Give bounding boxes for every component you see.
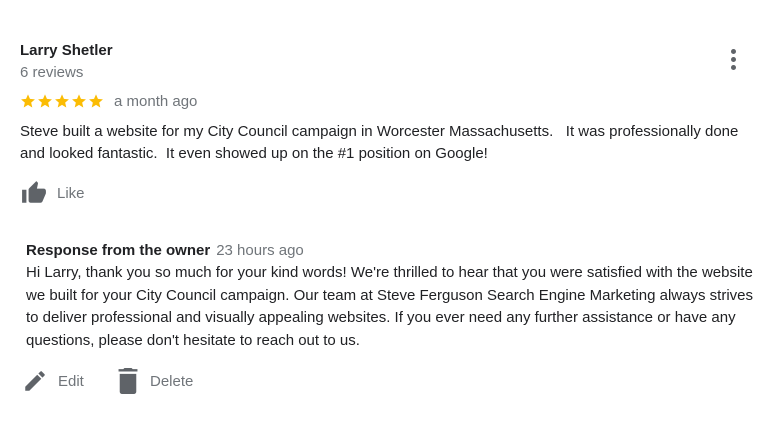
star-icon — [55, 94, 69, 108]
like-button[interactable]: Like — [20, 179, 85, 207]
trash-icon — [118, 368, 138, 394]
star-icon — [72, 94, 86, 108]
owner-response-title: Response from the owner — [26, 242, 211, 259]
review-text: Steve built a website for my City Counci… — [20, 123, 743, 162]
owner-response-text: Hi Larry, thank you so much for your kin… — [26, 264, 753, 349]
reviewer-name[interactable]: Larry Shetler — [20, 41, 113, 61]
rating-row: a month ago — [20, 91, 197, 111]
more-vert-icon-dot — [731, 57, 736, 62]
star-rating — [20, 93, 104, 109]
review-date: a month ago — [114, 92, 198, 110]
more-vert-icon-dot — [731, 49, 736, 54]
like-label: Like — [57, 184, 85, 202]
star-icon — [89, 94, 103, 108]
delete-label: Delete — [150, 372, 194, 390]
owner-response-time: 23 hours ago — [216, 242, 304, 259]
delete-response-button[interactable]: Delete — [118, 366, 193, 396]
pencil-icon — [25, 371, 45, 391]
edit-response-button[interactable]: Edit — [22, 366, 84, 396]
reviewer-review-count: 6 reviews — [20, 64, 84, 81]
star-icon — [38, 94, 52, 108]
owner-response-header: Response from the owner 23 hours ago — [26, 241, 304, 261]
more-vert-icon-dot — [731, 65, 736, 70]
star-icon — [21, 94, 35, 108]
more-options-button[interactable] — [722, 46, 744, 72]
edit-label: Edit — [58, 372, 84, 390]
thumb-up-icon — [22, 181, 46, 203]
